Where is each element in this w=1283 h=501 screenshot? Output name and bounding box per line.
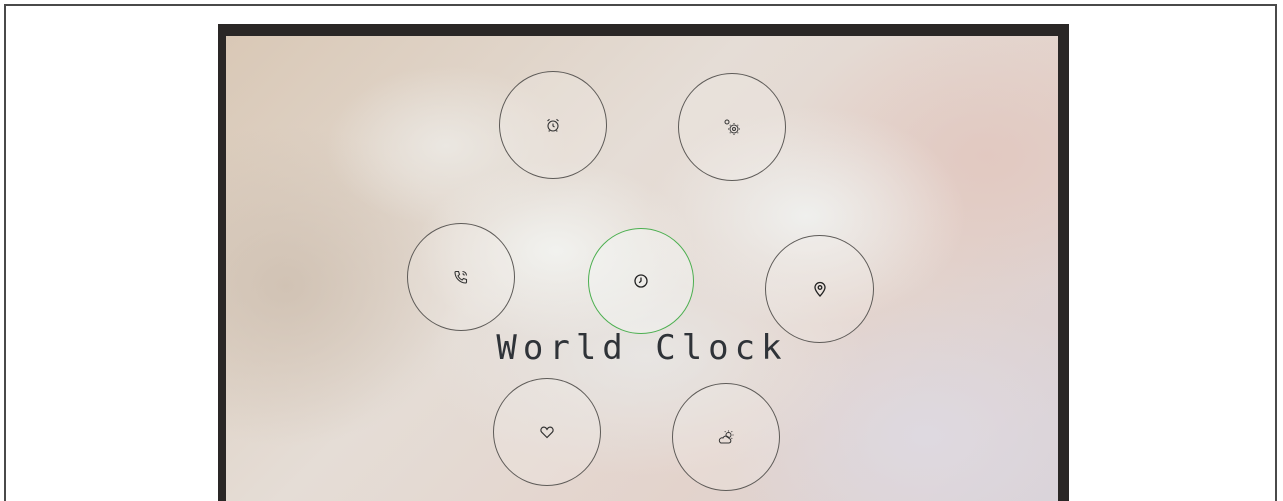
clock-icon bbox=[633, 273, 649, 289]
monitor-bezel: World Clock bbox=[218, 24, 1069, 501]
world-clock-button[interactable] bbox=[588, 228, 694, 334]
weather-button[interactable] bbox=[672, 383, 780, 491]
location-button[interactable] bbox=[765, 235, 874, 343]
location-pin-icon bbox=[812, 281, 828, 297]
settings-gears-icon bbox=[723, 118, 741, 136]
phone-call-icon bbox=[453, 269, 469, 285]
phone-button[interactable] bbox=[407, 223, 515, 331]
health-button[interactable] bbox=[493, 378, 601, 486]
settings-button[interactable] bbox=[678, 73, 786, 181]
page-title: World Clock bbox=[496, 328, 788, 368]
launcher-screen: World Clock bbox=[226, 36, 1058, 501]
weather-cloud-sun-icon bbox=[717, 429, 735, 445]
alarm-clock-icon bbox=[545, 117, 561, 133]
heart-icon bbox=[539, 424, 555, 440]
alarm-button[interactable] bbox=[499, 71, 607, 179]
